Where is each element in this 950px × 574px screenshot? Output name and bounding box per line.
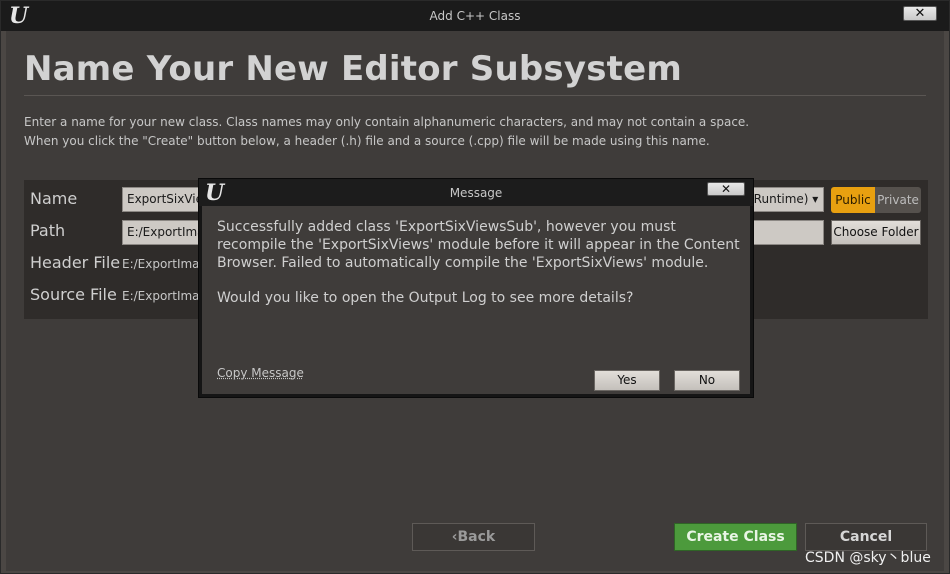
back-label: Back: [457, 529, 496, 545]
title-bar[interactable]: U Add C++ Class ✕: [1, 1, 949, 31]
dialog-title-bar[interactable]: U Message ✕: [199, 179, 753, 206]
public-toggle[interactable]: Public: [831, 187, 875, 213]
watermark: CSDN @sky丶blue: [805, 550, 931, 566]
divider: [24, 95, 926, 96]
close-icon[interactable]: ✕: [707, 182, 745, 196]
dialog-message: Successfully added class 'ExportSixViews…: [217, 219, 740, 271]
dialog-title: Message: [449, 186, 503, 200]
close-icon[interactable]: ✕: [903, 6, 937, 21]
chevron-down-icon: ▾: [808, 192, 819, 206]
description-line: When you click the "Create" button below…: [24, 134, 710, 148]
message-dialog: U Message ✕ Successfully added class 'Ex…: [198, 178, 754, 398]
yes-button[interactable]: Yes: [594, 370, 660, 391]
module-dropdown[interactable]: (Runtime) ▾: [744, 187, 824, 212]
path-input-tail[interactable]: [752, 220, 824, 245]
dialog-body: Successfully added class 'ExportSixViews…: [202, 206, 750, 394]
page-title: Name Your New Editor Subsystem: [24, 49, 682, 89]
copy-message-link[interactable]: Copy Message: [217, 366, 304, 380]
choose-folder-button[interactable]: Choose Folder: [831, 220, 921, 245]
back-button[interactable]: ‹Back: [412, 523, 535, 551]
name-label: Name: [30, 189, 78, 208]
description-line: Enter a name for your new class. Class n…: [24, 115, 750, 129]
header-file-label: Header File: [30, 253, 121, 272]
path-label: Path: [30, 221, 66, 240]
private-toggle[interactable]: Private: [875, 187, 921, 213]
module-value: (Runtime): [749, 192, 809, 206]
add-class-window: U Add C++ Class ✕ Name Your New Editor S…: [0, 0, 950, 574]
dialog-question: Would you like to open the Output Log to…: [217, 290, 634, 306]
create-class-button[interactable]: Create Class: [674, 523, 797, 551]
source-file-label: Source File: [30, 285, 117, 304]
window-title: Add C++ Class: [429, 9, 521, 23]
no-button[interactable]: No: [674, 370, 740, 391]
